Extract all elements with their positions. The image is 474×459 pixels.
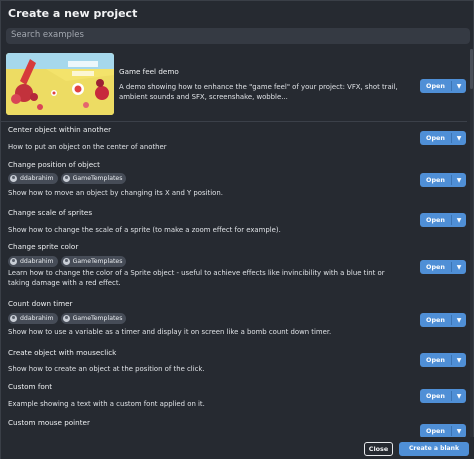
author-chip[interactable]: ddabrahim — [8, 313, 58, 324]
example-title: Change scale of sprites — [8, 208, 93, 217]
chevron-down-icon[interactable]: ▼ — [452, 353, 466, 367]
open-button[interactable]: Open ▼ — [420, 131, 466, 145]
example-description: Example showing a text with a custom fon… — [8, 400, 205, 408]
chevron-down-icon[interactable]: ▼ — [452, 424, 466, 437]
example-description: Show how to create an object at the posi… — [8, 365, 205, 373]
open-label: Open — [426, 316, 445, 324]
open-button[interactable]: Open ▼ — [420, 79, 466, 93]
close-button[interactable]: Close — [364, 442, 393, 456]
example-title: Change position of object — [8, 160, 100, 169]
open-label: Open — [426, 216, 445, 224]
example-description: Show how to use a variable as a timer an… — [8, 328, 332, 336]
avatar-icon — [62, 315, 70, 322]
open-label: Open — [426, 356, 445, 364]
open-label: Open — [426, 392, 445, 400]
divider — [1, 121, 467, 122]
search-input[interactable]: Search examples — [6, 28, 470, 44]
example-description: Learn how to change the color of a Sprit… — [8, 269, 385, 287]
example-description: Show how to move an object by changing i… — [8, 189, 223, 197]
avatar-icon — [10, 315, 17, 322]
open-button[interactable]: Open ▼ — [420, 424, 466, 437]
example-description: Show how to change the scale of a sprite… — [8, 226, 281, 234]
avatar-icon — [10, 175, 17, 182]
example-title: Center object within another — [8, 125, 112, 134]
create-project-dialog: Create a new project Search examples Gam… — [0, 0, 474, 459]
open-label: Open — [426, 263, 445, 271]
example-title: Count down timer — [8, 299, 73, 308]
chevron-down-icon[interactable]: ▼ — [452, 313, 466, 327]
avatar-icon — [10, 258, 17, 265]
open-button[interactable]: Open ▼ — [420, 260, 466, 274]
author-chip[interactable]: GameTemplates — [60, 313, 127, 324]
scrollbar[interactable] — [470, 49, 473, 437]
game-feel-thumbnail[interactable] — [6, 53, 114, 115]
search-placeholder: Search examples — [11, 30, 84, 40]
open-button[interactable]: Open ▼ — [420, 389, 466, 403]
chevron-down-icon[interactable]: ▼ — [452, 260, 466, 274]
author-chip[interactable]: GameTemplates — [60, 256, 127, 267]
open-button[interactable]: Open ▼ — [420, 313, 466, 327]
author-chip[interactable]: ddabrahim — [8, 256, 58, 267]
example-title: Create object with mouseclick — [8, 348, 117, 357]
example-title: Game feel demo — [119, 67, 179, 76]
chevron-down-icon[interactable]: ▼ — [452, 79, 466, 93]
example-description: A demo showing how to enhance the "game … — [119, 83, 398, 101]
chevron-down-icon[interactable]: ▼ — [452, 131, 466, 145]
chevron-down-icon[interactable]: ▼ — [452, 389, 466, 403]
author-chip[interactable]: ddabrahim — [8, 173, 58, 184]
avatar-icon — [62, 258, 70, 265]
open-button[interactable]: Open ▼ — [420, 173, 466, 187]
example-title: Change sprite color — [8, 242, 79, 251]
example-title: Custom font — [8, 382, 53, 391]
chevron-down-icon[interactable]: ▼ — [452, 213, 466, 227]
avatar-icon — [62, 175, 70, 182]
scrollbar-thumb[interactable] — [470, 49, 473, 89]
open-label: Open — [426, 82, 445, 90]
chevron-down-icon[interactable]: ▼ — [452, 173, 466, 187]
author-tags: ddabrahim GameTemplates — [8, 173, 127, 184]
open-label: Open — [426, 427, 445, 435]
open-label: Open — [426, 134, 445, 142]
create-blank-project-button[interactable]: Create a blank project — [399, 442, 469, 456]
example-title: Custom mouse pointer — [8, 418, 90, 427]
dialog-title: Create a new project — [8, 7, 138, 20]
open-button[interactable]: Open ▼ — [420, 213, 466, 227]
open-button[interactable]: Open ▼ — [420, 353, 466, 367]
example-description: How to put an object on the center of an… — [8, 143, 167, 151]
open-label: Open — [426, 176, 445, 184]
author-tags: ddabrahim GameTemplates — [8, 313, 127, 324]
examples-list[interactable]: Game feel demo A demo showing how to enh… — [1, 49, 474, 437]
author-chip[interactable]: GameTemplates — [60, 173, 127, 184]
author-tags: ddabrahim GameTemplates — [8, 256, 127, 267]
